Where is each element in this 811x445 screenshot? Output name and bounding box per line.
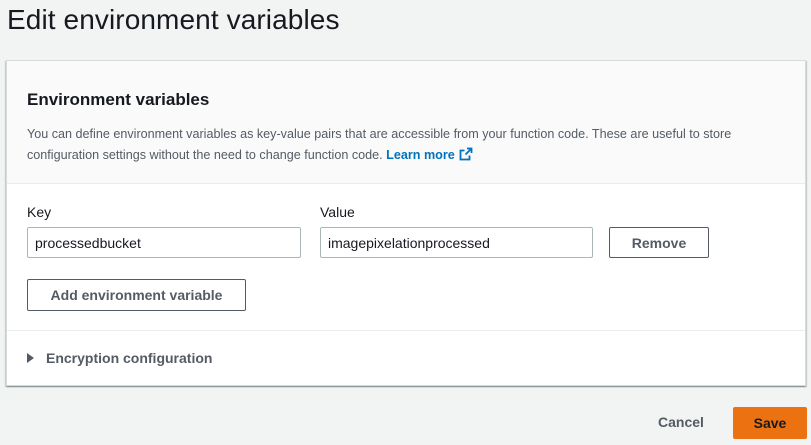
learn-more-link[interactable]: Learn more <box>386 147 473 162</box>
panel-description: You can define environment variables as … <box>27 124 797 168</box>
environment-variables-panel: Environment variables You can define env… <box>6 60 806 386</box>
divider <box>7 330 805 331</box>
key-input[interactable] <box>27 227 301 258</box>
key-label: Key <box>27 204 52 220</box>
page-title: Edit environment variables <box>7 4 340 35</box>
encryption-configuration-label: Encryption configuration <box>46 350 213 366</box>
save-button[interactable]: Save <box>733 407 807 439</box>
description-text: You can define environment variables as … <box>27 127 732 162</box>
value-input[interactable] <box>320 227 593 258</box>
remove-button[interactable]: Remove <box>609 227 709 258</box>
panel-heading: Environment variables <box>27 90 210 109</box>
add-environment-variable-button[interactable]: Add environment variable <box>27 279 246 311</box>
panel-header: Environment variables You can define env… <box>7 61 805 184</box>
value-label: Value <box>320 204 355 220</box>
caret-right-icon <box>27 353 34 363</box>
learn-more-label: Learn more <box>386 148 455 162</box>
encryption-configuration-toggle[interactable]: Encryption configuration <box>27 350 212 366</box>
external-link-icon <box>459 147 473 168</box>
cancel-button[interactable]: Cancel <box>658 414 704 430</box>
